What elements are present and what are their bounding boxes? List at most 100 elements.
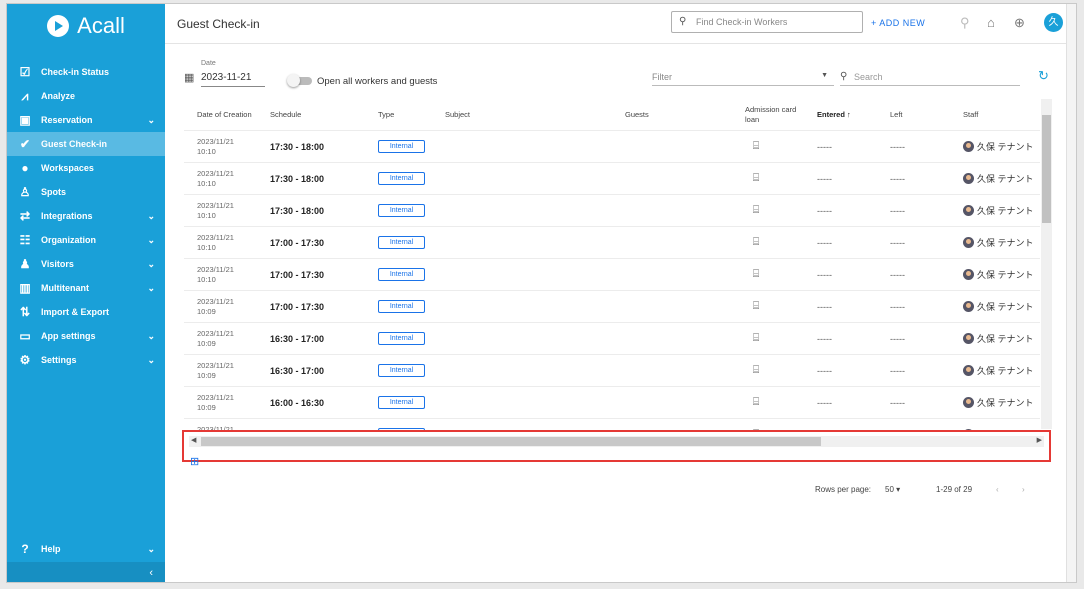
sidebar-item-guest-check-in[interactable]: ✔ Guest Check-in: [7, 132, 165, 156]
table-row[interactable]: 2023/11/21 10:09 16:30 - 17:00 Internal ⌸ ---…: [184, 323, 1040, 355]
sidebar-item-label: Reservation: [41, 115, 93, 125]
entered-cell: -----: [817, 173, 832, 184]
type-cell: Internal: [378, 163, 425, 194]
sidebar-item-organization[interactable]: ☷ Organization ⌄: [7, 228, 165, 252]
admission-card-icon[interactable]: ⌸: [747, 163, 765, 194]
location-pin-icon[interactable]: ⚲: [960, 15, 970, 31]
admission-card-icon[interactable]: ⌸: [747, 195, 765, 226]
col-header-entered[interactable]: Entered ↑: [817, 99, 851, 130]
staff-cell: 久保 テナント: [963, 227, 1034, 258]
type-cell: Internal: [378, 227, 425, 258]
vertical-scroll-thumb[interactable]: [1042, 115, 1051, 223]
sidebar-item-reservation[interactable]: ▣ Reservation ⌄: [7, 108, 165, 132]
scroll-right-icon[interactable]: ▶: [1037, 436, 1042, 444]
table-row[interactable]: 2023/11/21 10:10 17:30 - 18:00 Internal ⌸ ---…: [184, 195, 1040, 227]
calendar-icon: ▣: [19, 113, 31, 127]
admission-card-icon[interactable]: ⌸: [747, 259, 765, 290]
left-cell: -----: [890, 141, 905, 152]
find-workers-input[interactable]: ⚲ Find Check-in Workers: [671, 11, 863, 33]
col-header-created[interactable]: Date of Creation: [197, 99, 257, 130]
sidebar-item-label: Settings: [41, 355, 77, 365]
next-page-icon[interactable]: ›: [1022, 485, 1025, 494]
col-header-left[interactable]: Left: [890, 99, 903, 130]
calendar-icon[interactable]: ▦: [184, 71, 194, 84]
type-badge: Internal: [378, 396, 425, 409]
admission-card-icon[interactable]: ⌸: [747, 387, 765, 418]
admission-card-icon[interactable]: ⌸: [747, 419, 765, 430]
table-row[interactable]: 2023/11/21 10:09 16:30 - 17:00 Internal ⌸ ---…: [184, 355, 1040, 387]
sidebar-item-check-in-status[interactable]: ☑ Check-in Status: [7, 60, 165, 84]
page-scrollbar[interactable]: [1066, 4, 1076, 582]
dropdown-arrow-icon: ▼: [821, 72, 828, 79]
scroll-left-icon[interactable]: ◀: [191, 436, 196, 444]
table-row[interactable]: 2023/11/21 10:09 17:00 - 17:30 Internal ⌸ ---…: [184, 291, 1040, 323]
horizontal-scrollbar[interactable]: ◀ ▶: [189, 436, 1044, 447]
sidebar-item-workspaces[interactable]: ● Workspaces: [7, 156, 165, 180]
table-search-input[interactable]: ⚲ Search: [840, 71, 1020, 86]
open-all-toggle[interactable]: [287, 74, 312, 87]
col-header-guests[interactable]: Guests: [625, 99, 649, 130]
created-time: 10:10: [197, 210, 216, 220]
date-input[interactable]: 2023-11-21: [201, 72, 265, 87]
admission-card-icon[interactable]: ⌸: [747, 291, 765, 322]
sidebar-item-integrations[interactable]: ⇄ Integrations ⌄: [7, 204, 165, 228]
staff-name: 久保 テナント: [977, 398, 1034, 408]
staff-cell: 久保 テナント: [963, 291, 1034, 322]
sidebar-item-settings[interactable]: ⚙ Settings ⌄: [7, 348, 165, 372]
created-cell: 2023/11/2110:09: [197, 291, 234, 322]
entered-cell: -----: [817, 205, 832, 216]
table-row[interactable]: 2023/11/21 10:10 17:30 - 18:00 Internal ⌸ ---…: [184, 131, 1040, 163]
staff-name: 久保 テナント: [977, 302, 1034, 312]
sidebar-item-visitors[interactable]: ♟ Visitors ⌄: [7, 252, 165, 276]
table-row[interactable]: 2023/11/21 10:10 17:30 - 18:00 Internal ⌸ ---…: [184, 163, 1040, 195]
add-new-button[interactable]: + ADD NEW: [871, 18, 925, 28]
filter-bar: Date ▦ 2023-11-21 Open all workers and g…: [165, 44, 1076, 96]
vertical-scrollbar[interactable]: [1041, 99, 1052, 429]
table-row[interactable]: 2023/11/21 10:10 17:00 - 17:30 Internal ⌸ ---…: [184, 227, 1040, 259]
rows-per-page-select[interactable]: 50 ▾: [885, 485, 900, 494]
sidebar-item-spots[interactable]: ♙ Spots: [7, 180, 165, 204]
brand-name: Acall: [77, 13, 125, 38]
sidebar-item-import-export[interactable]: ⇅ Import & Export: [7, 300, 165, 324]
admission-card-icon[interactable]: ⌸: [747, 355, 765, 386]
main-content: Guest Check-in ⚲ Find Check-in Workers +…: [165, 4, 1076, 582]
prev-page-icon[interactable]: ‹: [996, 485, 999, 494]
col-header-type[interactable]: Type: [378, 99, 394, 130]
user-avatar[interactable]: 久: [1044, 13, 1063, 32]
created-time: 10:10: [197, 146, 216, 156]
sidebar-item-analyze[interactable]: ⩘ Analyze: [7, 84, 165, 108]
brand-logo[interactable]: Acall: [7, 4, 165, 48]
table-row[interactable]: 2023/11/2110:09 16:00 - 16:30 Internal ⌸ ---…: [184, 419, 1040, 430]
horizontal-scroll-thumb[interactable]: [201, 437, 821, 446]
type-cell: Internal: [378, 291, 425, 322]
refresh-icon[interactable]: ↻: [1038, 68, 1049, 84]
table-columns-icon[interactable]: ⊞: [190, 455, 199, 468]
staff-cell: 久保 テナント: [963, 387, 1034, 418]
admission-card-icon[interactable]: ⌸: [747, 323, 765, 354]
sidebar-item-multitenant[interactable]: ▥ Multitenant ⌄: [7, 276, 165, 300]
filter-select[interactable]: Filter ▼: [652, 72, 834, 86]
sidebar-item-app-settings[interactable]: ▭ App settings ⌄: [7, 324, 165, 348]
col-header-admission[interactable]: Admission card loan: [745, 99, 805, 130]
table-header: Date of Creation Schedule Type Subject G…: [184, 99, 1040, 131]
created-time: 10:10: [197, 274, 216, 284]
col-header-subject[interactable]: Subject: [445, 99, 470, 130]
admission-card-icon[interactable]: ⌸: [747, 227, 765, 258]
schedule-cell: 16:00 - 16:30: [270, 397, 325, 408]
table-row[interactable]: 2023/11/21 10:10 17:00 - 17:30 Internal ⌸ ---…: [184, 259, 1040, 291]
sidebar-item-help[interactable]: ? Help ⌄: [7, 537, 165, 561]
col-header-schedule[interactable]: Schedule: [270, 99, 301, 130]
globe-icon[interactable]: ⊕: [1014, 15, 1025, 31]
schedule-cell: 17:30 - 18:00: [270, 205, 325, 216]
admission-card-icon[interactable]: ⌸: [747, 131, 765, 162]
building-icon[interactable]: ⌂: [987, 15, 995, 30]
staff-avatar: [963, 365, 974, 376]
left-cell: -----: [890, 237, 905, 248]
sidebar-item-label: Check-in Status: [41, 67, 110, 77]
staff-name: 久保 テナント: [977, 238, 1034, 248]
type-badge: Internal: [378, 268, 425, 281]
table-row[interactable]: 2023/11/2110:09 16:00 - 16:30 Internal ⌸ ---…: [184, 387, 1040, 419]
staff-avatar: [963, 141, 974, 152]
col-header-staff[interactable]: Staff: [963, 99, 978, 130]
collapse-sidebar-button[interactable]: ‹: [7, 562, 165, 582]
